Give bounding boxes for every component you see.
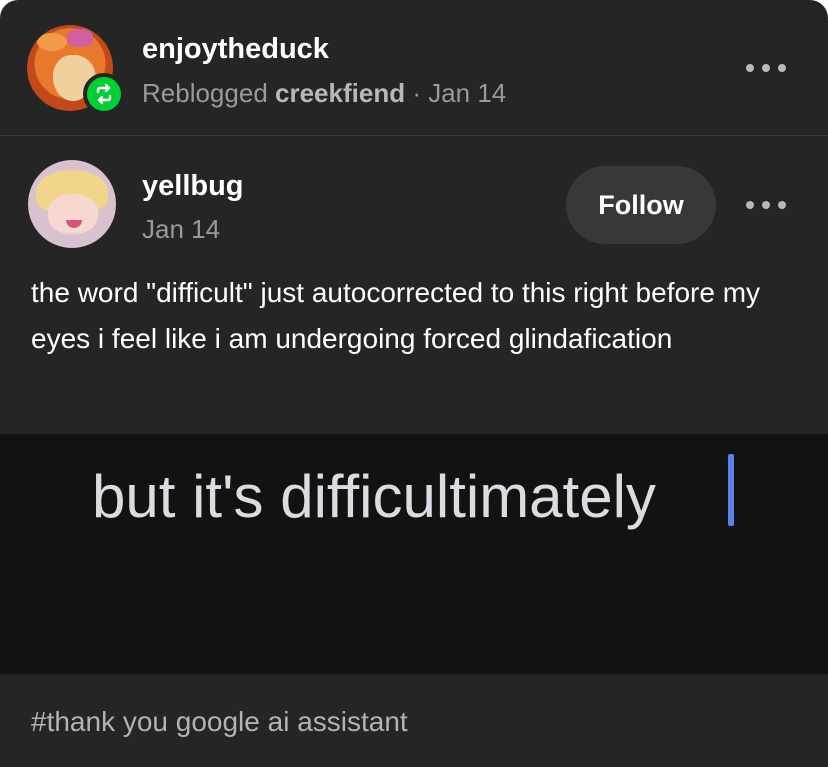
follow-button[interactable]: Follow bbox=[566, 166, 716, 244]
reblog-arrows-icon bbox=[96, 83, 112, 105]
post-tags[interactable]: #thank you google ai assistant bbox=[0, 674, 828, 767]
image-caption-text: but it's difficultimately bbox=[92, 463, 656, 530]
op-more-options-icon[interactable] bbox=[746, 195, 786, 215]
avatar-ornament bbox=[67, 29, 93, 47]
op-avatar-face bbox=[48, 194, 98, 234]
text-cursor bbox=[728, 454, 734, 526]
op-username[interactable]: yellbug bbox=[142, 170, 244, 203]
reblogged-label: Reblogged bbox=[142, 78, 268, 108]
reblog-source-link[interactable]: creekfiend bbox=[275, 78, 405, 108]
op-avatar[interactable] bbox=[28, 160, 116, 248]
post-image[interactable]: but it's difficultimately bbox=[0, 434, 828, 674]
avatar-hair bbox=[37, 33, 67, 51]
original-post-header: yellbug Jan 14 Follow bbox=[0, 136, 828, 256]
op-date: Jan 14 bbox=[142, 214, 221, 244]
reblog-info: Reblogged creekfiend · Jan 14 bbox=[142, 78, 506, 109]
reblog-date: Jan 14 bbox=[428, 78, 507, 108]
more-options-icon[interactable] bbox=[746, 58, 786, 78]
post-card: enjoytheduck Reblogged creekfiend · Jan … bbox=[0, 0, 828, 767]
separator: · bbox=[405, 78, 429, 108]
reblog-header: enjoytheduck Reblogged creekfiend · Jan … bbox=[0, 0, 828, 136]
reblogger-username[interactable]: enjoytheduck bbox=[142, 33, 329, 66]
post-text: the word "difficult" just autocorrected … bbox=[31, 277, 761, 354]
reblog-icon bbox=[83, 73, 125, 115]
